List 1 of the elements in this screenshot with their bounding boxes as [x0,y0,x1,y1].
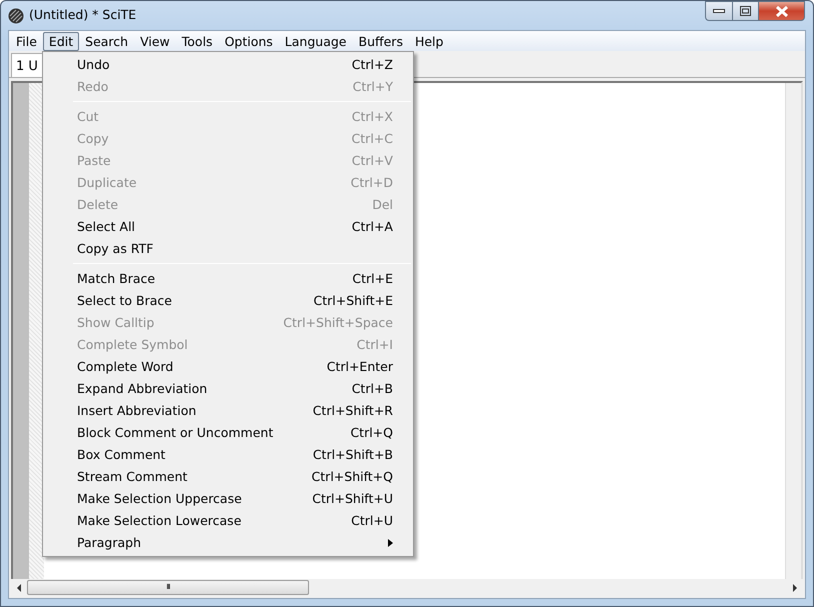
window-title: (Untitled) * SciTE [29,6,136,24]
